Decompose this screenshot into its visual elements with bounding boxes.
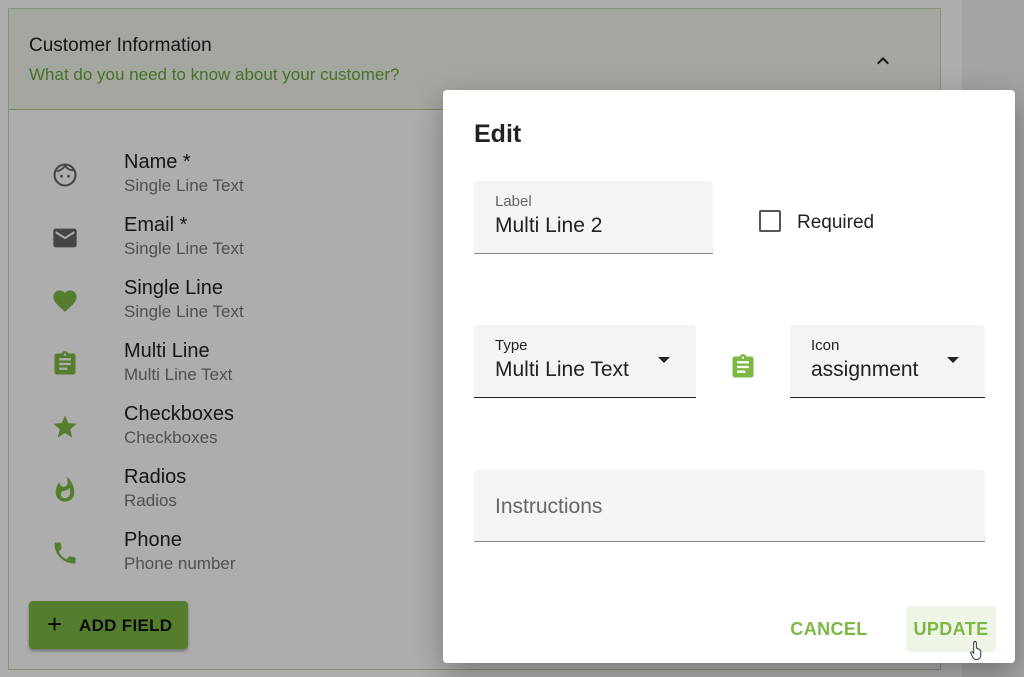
type-select-value: Multi Line Text <box>495 358 629 381</box>
edit-dialog: Edit Label Multi Line 2 Required Type Mu… <box>443 90 1015 663</box>
dropdown-arrow-icon <box>947 357 959 363</box>
dropdown-arrow-icon <box>658 357 670 363</box>
icon-select-label: Icon <box>811 337 840 354</box>
label-input[interactable]: Label Multi Line 2 <box>474 181 713 254</box>
assignment-icon <box>729 352 757 382</box>
instructions-field[interactable]: Instructions <box>474 470 985 542</box>
icon-select-value: assignment <box>811 358 919 381</box>
required-label: Required <box>797 212 875 233</box>
type-select[interactable]: Type Multi Line Text <box>474 325 696 398</box>
checkbox-box[interactable] <box>759 210 781 232</box>
dialog-title: Edit <box>474 120 522 148</box>
label-input-value: Multi Line 2 <box>495 214 603 237</box>
required-checkbox[interactable]: Required <box>759 208 919 238</box>
instructions-placeholder: Instructions <box>495 495 603 518</box>
icon-select[interactable]: Icon assignment <box>790 325 985 398</box>
type-select-label: Type <box>495 337 528 354</box>
label-input-label: Label <box>495 193 532 210</box>
cancel-button[interactable]: CANCEL <box>778 606 880 652</box>
pointer-hand-icon <box>970 640 986 660</box>
